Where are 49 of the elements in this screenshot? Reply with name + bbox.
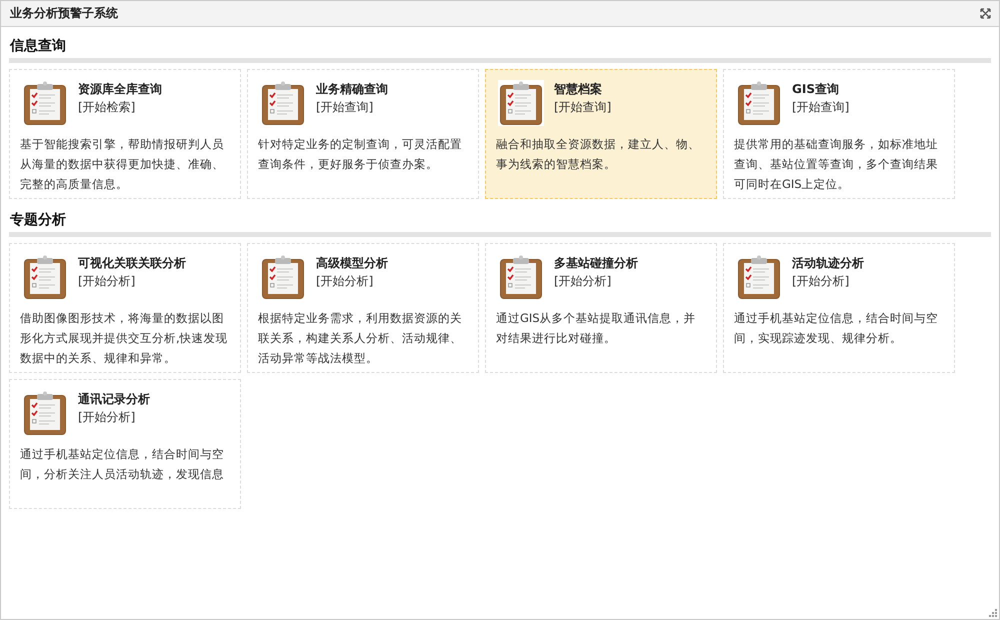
start-link[interactable]: [开始查询] bbox=[316, 98, 388, 117]
clipboard-icon bbox=[736, 254, 782, 300]
card-title: 资源库全库查询 bbox=[78, 81, 162, 98]
start-link[interactable]: [开始分析] bbox=[316, 272, 388, 291]
card-description: 通过手机基站定位信息，结合时间与空间，实现踪迹发现、规律分析。 bbox=[734, 310, 939, 347]
card-description: 基于智能搜索引擎，帮助情报研判人员从海量的数据中获得更加快捷、准确、完整的高质量信息。 bbox=[20, 136, 225, 193]
feature-card[interactable]: 可视化关联关联分析 [开始分析] 借助图像图形技术，将海量的数据以图形化方式展现并提供交互分析,快速发现数据中的关系、规律和异常。 bbox=[9, 243, 241, 373]
start-link[interactable]: [开始查询] bbox=[792, 98, 850, 117]
card-title: 可视化关联关联分析 bbox=[78, 255, 186, 272]
card-title: 业务精确查询 bbox=[316, 81, 388, 98]
clipboard-icon bbox=[260, 254, 306, 300]
feature-card[interactable]: 智慧档案 [开始查询] 融合和抽取全资源数据，建立人、物、事为线索的智慧档案。 bbox=[485, 69, 717, 199]
feature-card[interactable]: 多基站碰撞分析 [开始分析] 通过GIS从多个基站提取通讯信息，并对结果进行比对碰撞。 bbox=[485, 243, 717, 373]
start-link[interactable]: [开始分析] bbox=[78, 272, 186, 291]
card-description: 针对特定业务的定制查询，可灵活配置查询条件，更好服务于侦查办案。 bbox=[258, 136, 463, 173]
clipboard-icon bbox=[22, 254, 68, 300]
clipboard-icon bbox=[736, 80, 782, 126]
feature-card[interactable]: 资源库全库查询 [开始检索] 基于智能搜索引擎，帮助情报研判人员从海量的数据中获得更加快捷、准确、完整的高质量信息。 bbox=[9, 69, 241, 199]
card-description: 提供常用的基础查询服务，如标准地址查询、基站位置等查询，多个查询结果可同时在GIS上定位。 bbox=[734, 136, 939, 193]
card-title: 多基站碰撞分析 bbox=[554, 255, 638, 272]
card-description: 通过手机基站定位信息，结合时间与空间，分析关注人员活动轨迹，发现信息 bbox=[20, 446, 225, 483]
clipboard-icon bbox=[22, 80, 68, 126]
feature-card[interactable]: 业务精确查询 [开始查询] 针对特定业务的定制查询，可灵活配置查询条件，更好服务于侦查办案。 bbox=[247, 69, 479, 199]
feature-card[interactable]: 通讯记录分析 [开始分析] 通过手机基站定位信息，结合时间与空间，分析关注人员活动轨迹，发现信息 bbox=[9, 379, 241, 509]
start-link[interactable]: [开始查询] bbox=[554, 98, 612, 117]
section-heading: 专题分析 bbox=[10, 211, 67, 229]
start-link[interactable]: [开始分析] bbox=[78, 408, 150, 427]
card-title: GIS查询 bbox=[792, 81, 840, 98]
start-link[interactable]: [开始检索] bbox=[78, 98, 162, 117]
card-description: 借助图像图形技术，将海量的数据以图形化方式展现并提供交互分析,快速发现数据中的关系、规律和异常。 bbox=[20, 310, 229, 367]
section-heading: 信息查询 bbox=[10, 37, 67, 55]
card-title: 活动轨迹分析 bbox=[792, 255, 864, 272]
window-title: 业务分析预警子系统 bbox=[10, 5, 118, 22]
feature-card[interactable]: 高级模型分析 [开始分析] 根据特定业务需求，利用数据资源的关联关系，构建关系人分析、活动规律、活动异常等战法模型。 bbox=[247, 243, 479, 373]
resize-grip-icon[interactable] bbox=[989, 609, 997, 617]
card-title: 通讯记录分析 bbox=[78, 391, 150, 408]
card-description: 通过GIS从多个基站提取通讯信息，并对结果进行比对碰撞。 bbox=[496, 310, 697, 347]
clipboard-icon bbox=[498, 254, 544, 300]
card-title: 智慧档案 bbox=[554, 81, 603, 98]
feature-card[interactable]: GIS查询 [开始查询] 提供常用的基础查询服务，如标准地址查询、基站位置等查询，多个查询结果可同时在GIS上定位。 bbox=[723, 69, 955, 199]
start-link[interactable]: [开始分析] bbox=[554, 272, 638, 291]
clipboard-icon bbox=[22, 390, 68, 436]
start-link[interactable]: [开始分析] bbox=[792, 272, 864, 291]
card-title: 高级模型分析 bbox=[316, 255, 388, 272]
card-description: 融合和抽取全资源数据，建立人、物、事为线索的智慧档案。 bbox=[496, 136, 701, 173]
clipboard-icon bbox=[260, 80, 306, 126]
clipboard-icon bbox=[498, 80, 544, 126]
card-description: 根据特定业务需求，利用数据资源的关联关系，构建关系人分析、活动规律、活动异常等战法模型。 bbox=[258, 310, 463, 367]
feature-card[interactable]: 活动轨迹分析 [开始分析] 通过手机基站定位信息，结合时间与空间，实现踪迹发现、规律分析。 bbox=[723, 243, 955, 373]
